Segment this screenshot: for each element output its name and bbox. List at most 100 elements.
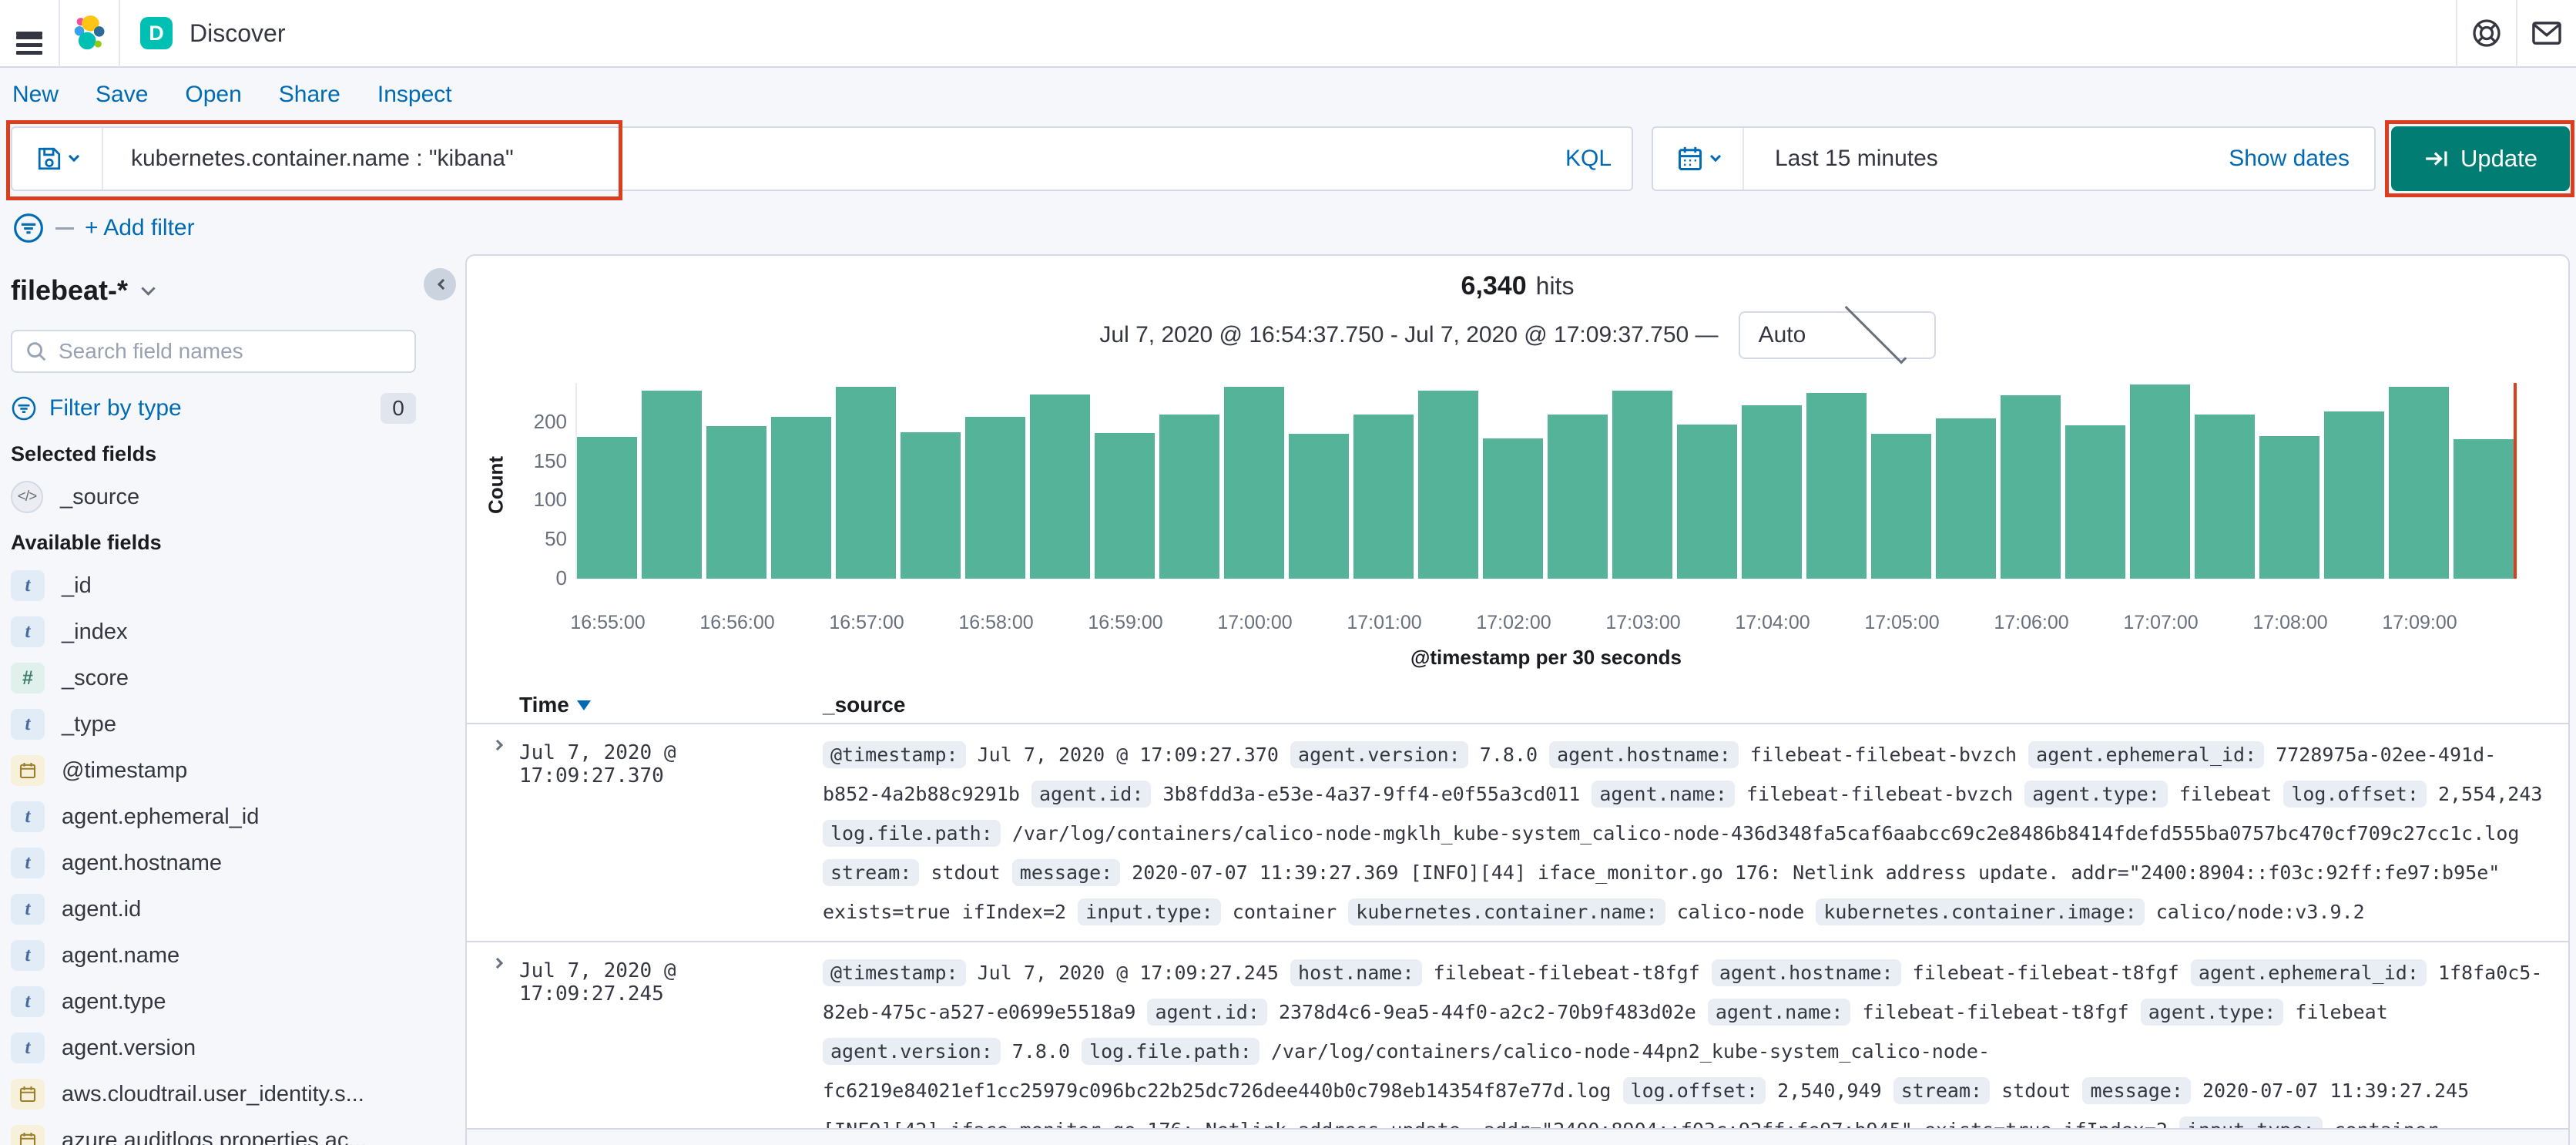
table-header: Time _source [467, 687, 2568, 724]
histogram-bar[interactable] [2195, 415, 2255, 579]
time-column-header[interactable]: Time [519, 693, 823, 717]
x-axis-tick-label: 17:05:00 [1864, 612, 1940, 633]
histogram-bar[interactable] [2065, 425, 2125, 579]
menu-hamburger-icon[interactable] [0, 0, 59, 67]
x-axis-title: @timestamp per 30 seconds [1410, 646, 1682, 669]
histogram-bar[interactable] [1548, 415, 1608, 579]
field-item[interactable]: t _index [11, 609, 416, 655]
histogram-bar[interactable] [1742, 405, 1802, 579]
histogram-bar[interactable] [2130, 384, 2190, 579]
source-field-pill: stream: [823, 859, 920, 886]
interval-select[interactable]: Auto [1738, 301, 1936, 364]
histogram-bar[interactable] [1289, 434, 1349, 579]
histogram-bar[interactable] [965, 417, 1025, 579]
histogram-bar[interactable] [1030, 395, 1090, 579]
field-item[interactable]: t agent.ephemeral_id [11, 794, 416, 840]
field-item[interactable]: </> _source [11, 474, 416, 520]
field-search-input[interactable] [48, 339, 402, 364]
nav-link-share[interactable]: Share [279, 82, 340, 108]
query-input[interactable]: kubernetes.container.name : "kibana" [103, 146, 1565, 172]
histogram-bar[interactable] [2001, 395, 2061, 579]
histogram-bar[interactable] [2259, 436, 2319, 579]
histogram-bar[interactable] [577, 437, 637, 579]
field-item[interactable]: t agent.id [11, 886, 416, 932]
nav-link-inspect[interactable]: Inspect [377, 82, 452, 108]
field-item[interactable]: @timestamp [11, 747, 416, 794]
nav-link-new[interactable]: New [12, 82, 59, 108]
nav-link-open[interactable]: Open [185, 82, 241, 108]
filter-icon[interactable] [12, 212, 45, 244]
histogram-bar[interactable] [1483, 438, 1543, 579]
x-axis-tick-label: 16:58:00 [958, 612, 1034, 633]
field-name: _id [62, 572, 92, 598]
source-field-pill: host.name: [1290, 959, 1422, 986]
histogram-bar[interactable] [836, 387, 896, 579]
y-axis-tick-label: 200 [533, 410, 567, 433]
time-range-value[interactable]: Last 15 minutes [1744, 146, 2229, 172]
histogram-bar[interactable] [642, 391, 702, 579]
expand-row-button[interactable] [476, 735, 519, 932]
histogram-bar[interactable] [1095, 433, 1155, 579]
field-item[interactable]: t agent.name [11, 932, 416, 979]
histogram-bar[interactable] [1871, 434, 1931, 579]
show-dates-button[interactable]: Show dates [2229, 146, 2374, 172]
x-axis-tick-label: 17:02:00 [1476, 612, 1551, 633]
help-button[interactable] [2457, 0, 2516, 67]
field-item[interactable]: t agent.hostname [11, 840, 416, 886]
source-field-pill: @timestamp: [823, 741, 966, 768]
histogram-bar[interactable] [1224, 387, 1284, 579]
histogram-bar[interactable] [2389, 387, 2449, 579]
field-item[interactable]: t agent.type [11, 979, 416, 1025]
available-fields-list: t _id t _index # _score t _type @timestamp t agent… [11, 562, 416, 1145]
field-name: agent.id [62, 896, 142, 922]
discover-main-panel: 6,340 hits Jul 7, 2020 @ 16:54:37.750 - J… [465, 254, 2570, 1145]
histogram-bar[interactable] [1612, 391, 1672, 579]
histogram-bar[interactable] [706, 426, 766, 579]
collapse-sidebar-button[interactable] [424, 268, 456, 301]
histogram-bar[interactable] [1353, 415, 1414, 579]
newsfeed-button[interactable] [2517, 0, 2576, 67]
search-icon [27, 342, 46, 361]
date-picker-calendar-button[interactable] [1653, 128, 1744, 190]
index-pattern-selector[interactable]: filebeat-* [11, 274, 416, 307]
field-type-date-icon [11, 1125, 45, 1145]
chart-subtitle: Jul 7, 2020 @ 16:54:37.750 - Jul 7, 2020… [467, 301, 2568, 364]
x-axis-tick-label: 17:00:00 [1217, 612, 1293, 633]
histogram-bar[interactable] [901, 432, 961, 579]
histogram-bar[interactable] [1677, 425, 1737, 579]
top-nav-menu: New Save Open Share Inspect [12, 74, 452, 116]
filter-by-type[interactable]: Filter by type 0 [11, 393, 416, 424]
chevron-down-icon [68, 150, 80, 163]
histogram-bar[interactable] [771, 417, 831, 579]
add-filter-button[interactable]: + Add filter [85, 215, 195, 241]
field-item[interactable]: # _score [11, 655, 416, 701]
histogram-bar[interactable] [1418, 391, 1478, 579]
histogram-bar[interactable] [1936, 418, 1996, 579]
row-source-cell: @timestamp: Jul 7, 2020 @ 17:09:27.370 a… [823, 735, 2547, 932]
saved-query-menu-button[interactable] [12, 128, 103, 190]
histogram-bar[interactable] [1159, 415, 1219, 579]
histogram-bar[interactable] [2454, 439, 2514, 579]
histogram-bar[interactable] [1806, 393, 1867, 579]
calendar-icon [1679, 146, 1702, 170]
field-type-source-icon: </> [11, 481, 43, 513]
y-axis-tick-label: 0 [555, 566, 567, 589]
field-name: @timestamp [62, 757, 188, 783]
hits-line: 6,340 hits [467, 271, 2568, 301]
chart-time-range: Jul 7, 2020 @ 16:54:37.750 - Jul 7, 2020… [1099, 322, 1719, 348]
expand-row-button[interactable] [476, 953, 519, 1145]
field-item[interactable]: t _type [11, 701, 416, 747]
field-item[interactable]: aws.cloudtrail.user_identity.s... [11, 1071, 416, 1117]
update-button[interactable]: Update [2391, 126, 2570, 191]
query-language-button[interactable]: KQL [1565, 146, 1632, 172]
field-name: agent.hostname [62, 850, 222, 875]
histogram-bar[interactable] [2324, 411, 2384, 579]
discover-app-badge: D [140, 17, 173, 49]
field-item[interactable]: t _id [11, 562, 416, 609]
field-item[interactable]: azure.auditlogs.properties.ac... [11, 1117, 416, 1145]
nav-link-save[interactable]: Save [96, 82, 148, 108]
elastic-logo[interactable] [60, 0, 119, 67]
field-item[interactable]: t agent.version [11, 1025, 416, 1071]
source-field-pill: agent.name: [1592, 781, 1735, 808]
source-field-pill: agent.name: [1707, 999, 1851, 1026]
